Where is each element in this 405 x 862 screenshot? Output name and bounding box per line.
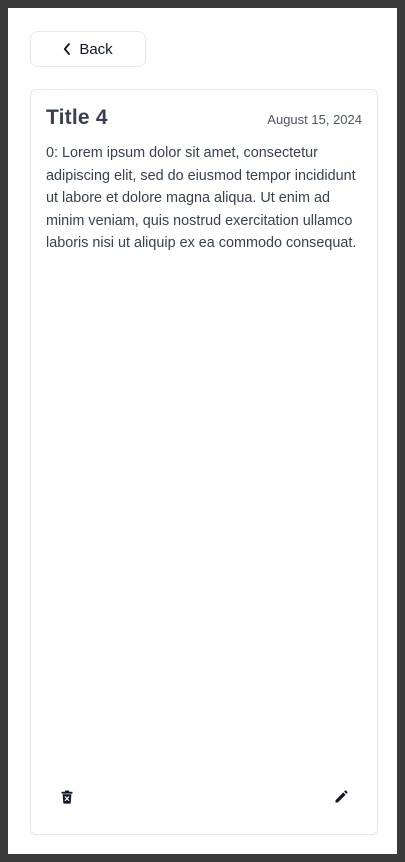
note-header: Title 4 August 15, 2024 — [46, 106, 362, 130]
back-label: Back — [79, 40, 113, 58]
delete-button[interactable] — [56, 788, 78, 810]
note-date: August 15, 2024 — [267, 112, 362, 127]
note-title: Title 4 — [46, 106, 108, 129]
pencil-icon — [335, 790, 348, 808]
back-button[interactable]: Back — [30, 31, 146, 67]
trash-icon — [61, 790, 73, 809]
note-detail-screen: Back Title 4 August 15, 2024 0: Lorem ip… — [8, 8, 397, 854]
note-body: 0: Lorem ipsum dolor sit amet, consectet… — [46, 145, 357, 251]
edit-button[interactable] — [330, 788, 352, 810]
chevron-left-icon — [63, 43, 71, 55]
note-card: Title 4 August 15, 2024 0: Lorem ipsum d… — [30, 89, 378, 835]
